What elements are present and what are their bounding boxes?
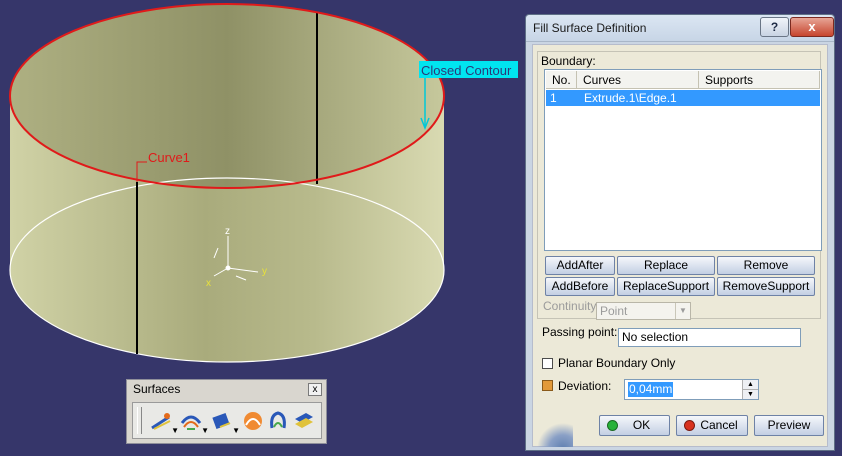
toolbar-strip: ▼ ▼ ▼ bbox=[132, 402, 322, 439]
planar-boundary-label: Planar Boundary Only bbox=[558, 356, 676, 370]
col-header-no[interactable]: No. bbox=[546, 71, 577, 89]
chevron-down-icon[interactable]: ▼ bbox=[675, 303, 690, 319]
deviation-value[interactable]: 0,04mm bbox=[628, 382, 674, 397]
passing-point-label: Passing point: bbox=[542, 325, 618, 339]
cancel-button[interactable]: Cancel bbox=[676, 415, 748, 436]
row-curve: Extrude.1\Edge.1 bbox=[584, 91, 677, 105]
dialog-title: Fill Surface Definition bbox=[533, 21, 647, 35]
remove-button[interactable]: Remove bbox=[717, 256, 815, 275]
extrude-icon[interactable] bbox=[292, 409, 316, 433]
fill-surface-dialog: Fill Surface Definition ? x Boundary: No… bbox=[525, 14, 835, 451]
sweep-icon[interactable] bbox=[266, 409, 290, 433]
dialog-body: Boundary: No. Curves Supports 1 Extrude.… bbox=[532, 44, 828, 447]
axis-x-label: x bbox=[206, 278, 211, 289]
add-after-button[interactable]: AddAfter bbox=[545, 256, 615, 275]
toolbar-grip[interactable] bbox=[137, 407, 142, 434]
surfaces-toolbar: Surfaces x ▼ ▼ ▼ bbox=[126, 379, 327, 444]
ok-icon bbox=[607, 420, 618, 431]
axis-y-label: y bbox=[262, 266, 267, 277]
deviation-spinner[interactable]: 0,04mm ▲ ▼ bbox=[624, 379, 759, 400]
remove-support-button[interactable]: RemoveSupport bbox=[717, 277, 815, 296]
ok-label: OK bbox=[632, 418, 651, 432]
deviation-label: Deviation: bbox=[558, 379, 612, 393]
passing-point-field[interactable]: No selection bbox=[618, 328, 801, 347]
ok-button[interactable]: OK bbox=[599, 415, 670, 436]
deviation-checkbox[interactable] bbox=[542, 380, 553, 391]
offset-icon[interactable] bbox=[241, 409, 265, 433]
close-button[interactable]: x bbox=[790, 17, 834, 37]
planar-boundary-checkbox[interactable] bbox=[542, 358, 553, 369]
continuity-label: Continuity: bbox=[543, 299, 600, 313]
toolbar-close-button[interactable]: x bbox=[308, 383, 322, 396]
help-button[interactable]: ? bbox=[760, 17, 789, 37]
replace-button[interactable]: Replace bbox=[617, 256, 715, 275]
boundary-label: Boundary: bbox=[541, 54, 596, 68]
blend-icon[interactable]: ▼ bbox=[210, 409, 240, 435]
preview-button[interactable]: Preview bbox=[754, 415, 824, 436]
planet-logo bbox=[533, 417, 573, 447]
continuity-value: Point bbox=[600, 304, 628, 318]
replace-support-button[interactable]: ReplaceSupport bbox=[617, 277, 715, 296]
closed-contour-label: Closed Contour bbox=[421, 63, 512, 78]
curve1-label: Curve1 bbox=[148, 150, 190, 165]
dialog-titlebar[interactable]: Fill Surface Definition ? x bbox=[526, 15, 834, 42]
row-no: 1 bbox=[550, 91, 557, 105]
boundary-table[interactable]: No. Curves Supports 1 Extrude.1\Edge.1 bbox=[544, 69, 822, 251]
add-before-button[interactable]: AddBefore bbox=[545, 277, 615, 296]
multi-sections-icon[interactable]: ▼ bbox=[179, 409, 209, 435]
col-header-curves[interactable]: Curves bbox=[577, 71, 699, 89]
spin-up-icon[interactable]: ▲ bbox=[742, 380, 758, 390]
toolbar-title: Surfaces bbox=[133, 382, 181, 396]
col-header-supports[interactable]: Supports bbox=[699, 71, 820, 89]
spin-down-icon[interactable]: ▼ bbox=[742, 390, 758, 399]
continuity-select[interactable]: Point ▼ bbox=[596, 302, 691, 320]
cancel-icon bbox=[684, 420, 695, 431]
cylinder-top-opening bbox=[10, 4, 444, 188]
table-row[interactable]: 1 Extrude.1\Edge.1 bbox=[546, 90, 820, 106]
axis-z-label: z bbox=[225, 226, 230, 237]
fill-surface-icon[interactable]: ▼ bbox=[149, 409, 179, 435]
